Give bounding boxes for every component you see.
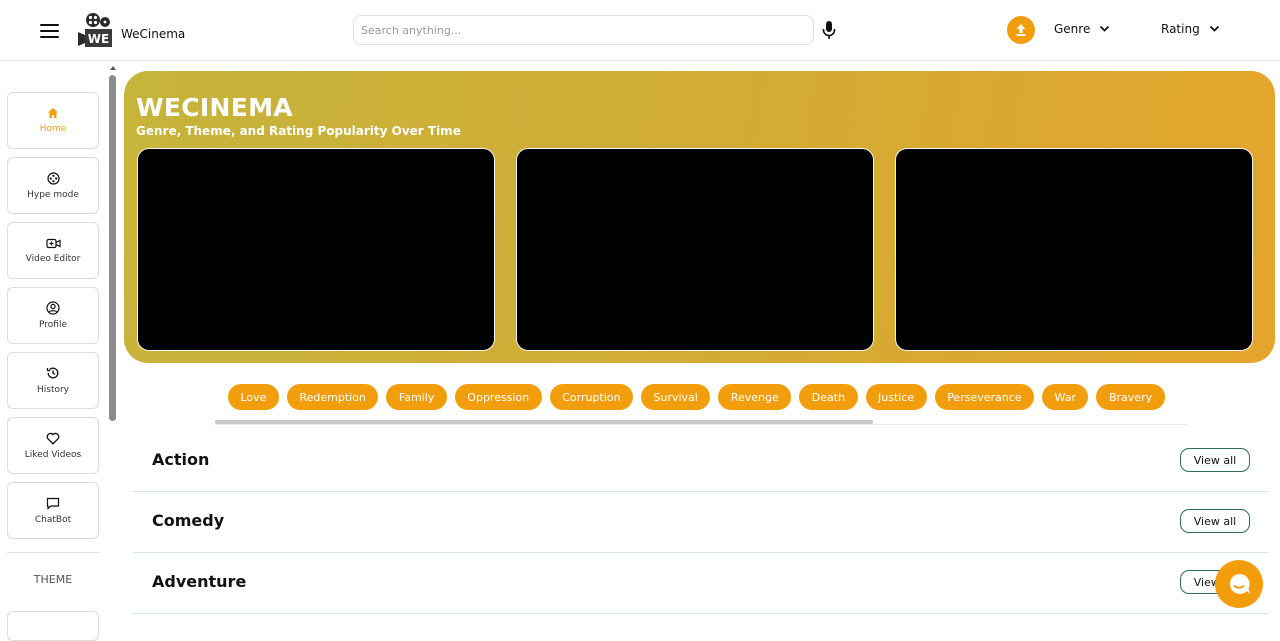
video-player[interactable]: [137, 148, 495, 351]
sidebar-item-hype-mode[interactable]: Hype mode: [7, 157, 99, 214]
sidebar-item-label: History: [36, 385, 70, 395]
genre-dropdown[interactable]: Genre: [1054, 22, 1110, 36]
video-player[interactable]: [516, 148, 874, 351]
view-all-button[interactable]: View all: [1180, 509, 1250, 533]
sidebar: Home Hype mode Video Editor Profile Hist…: [0, 62, 106, 641]
tag-chip[interactable]: Corruption: [549, 384, 633, 410]
sidebar-item-theme-toggle[interactable]: [7, 611, 99, 641]
sidebar-item-label: Video Editor: [25, 253, 81, 264]
sidebar-item-history[interactable]: History: [7, 352, 99, 409]
category-row-comedy: Comedy View all: [133, 492, 1268, 553]
film-reel-icon: [46, 171, 60, 185]
theme-tag-list: Love Redemption Family Oppression Corrup…: [228, 384, 1165, 410]
tag-chip[interactable]: Death: [799, 384, 858, 410]
sidebar-item-liked-videos[interactable]: Liked Videos: [7, 417, 99, 474]
heart-icon: [46, 432, 60, 445]
sidebar-item-chatbot[interactable]: ChatBot: [7, 482, 99, 539]
category-title: Action: [152, 450, 210, 469]
microphone-icon[interactable]: [821, 20, 837, 40]
scrollbar-thumb[interactable]: [109, 75, 116, 421]
menu-icon[interactable]: [40, 24, 59, 38]
chevron-down-icon: [1209, 25, 1219, 32]
brand-name[interactable]: WeCinema: [121, 27, 185, 41]
view-all-button[interactable]: View all: [1180, 448, 1250, 472]
rating-label: Rating: [1161, 22, 1200, 36]
upload-icon: [1016, 24, 1026, 36]
scroll-up-arrow-icon[interactable]: [110, 66, 116, 70]
hero-banner: WECINEMA Genre, Theme, and Rating Popula…: [124, 71, 1275, 363]
video-add-icon: [45, 238, 61, 248]
sidebar-item-label: Liked Videos: [24, 449, 82, 460]
hero-title: WECINEMA: [136, 93, 293, 122]
divider: [215, 424, 1188, 425]
category-title: Comedy: [152, 511, 225, 530]
theme-heading: THEME: [33, 573, 73, 586]
chevron-down-icon: [1100, 25, 1110, 32]
sidebar-item-home[interactable]: Home: [7, 92, 99, 149]
sidebar-item-label: Hype mode: [27, 189, 79, 200]
tag-chip[interactable]: Revenge: [718, 384, 792, 410]
chat-support-button[interactable]: [1215, 560, 1263, 608]
tag-chip[interactable]: War: [1042, 384, 1089, 410]
genre-label: Genre: [1054, 22, 1091, 36]
logo-icon[interactable]: WE: [76, 12, 114, 48]
rating-dropdown[interactable]: Rating: [1161, 22, 1220, 36]
sidebar-item-label: Home: [39, 124, 67, 134]
tag-chip[interactable]: Justice: [865, 384, 927, 410]
category-row-action: Action View all: [133, 431, 1268, 492]
sidebar-item-profile[interactable]: Profile: [7, 287, 99, 344]
search-input[interactable]: [353, 15, 814, 45]
top-header: WE WeCinema Genre Rating: [0, 0, 1280, 61]
category-row-adventure: Adventure View all: [133, 553, 1268, 614]
category-title: Adventure: [152, 572, 247, 591]
hero-subtitle: Genre, Theme, and Rating Popularity Over…: [136, 124, 461, 138]
sidebar-item-label: Profile: [39, 320, 67, 330]
tag-chip[interactable]: Family: [386, 384, 447, 410]
tag-chip[interactable]: Bravery: [1096, 384, 1165, 410]
tag-chip[interactable]: Survival: [641, 384, 711, 410]
video-player[interactable]: [895, 148, 1253, 351]
tag-chip[interactable]: Love: [228, 384, 279, 410]
upload-button[interactable]: [1007, 16, 1035, 44]
sidebar-divider: [7, 552, 99, 553]
user-circle-icon: [46, 301, 60, 315]
home-icon: [48, 108, 58, 118]
sidebar-item-video-editor[interactable]: Video Editor: [7, 222, 99, 279]
history-icon: [46, 367, 59, 379]
svg-text:WE: WE: [88, 32, 109, 46]
tag-chip[interactable]: Perseverance: [934, 384, 1035, 410]
chat-icon: [46, 497, 60, 510]
chat-bubble-icon: [1229, 573, 1250, 594]
tag-chip[interactable]: Redemption: [286, 384, 379, 410]
tag-chip[interactable]: Oppression: [454, 384, 542, 410]
sidebar-item-label: ChatBot: [34, 514, 72, 525]
